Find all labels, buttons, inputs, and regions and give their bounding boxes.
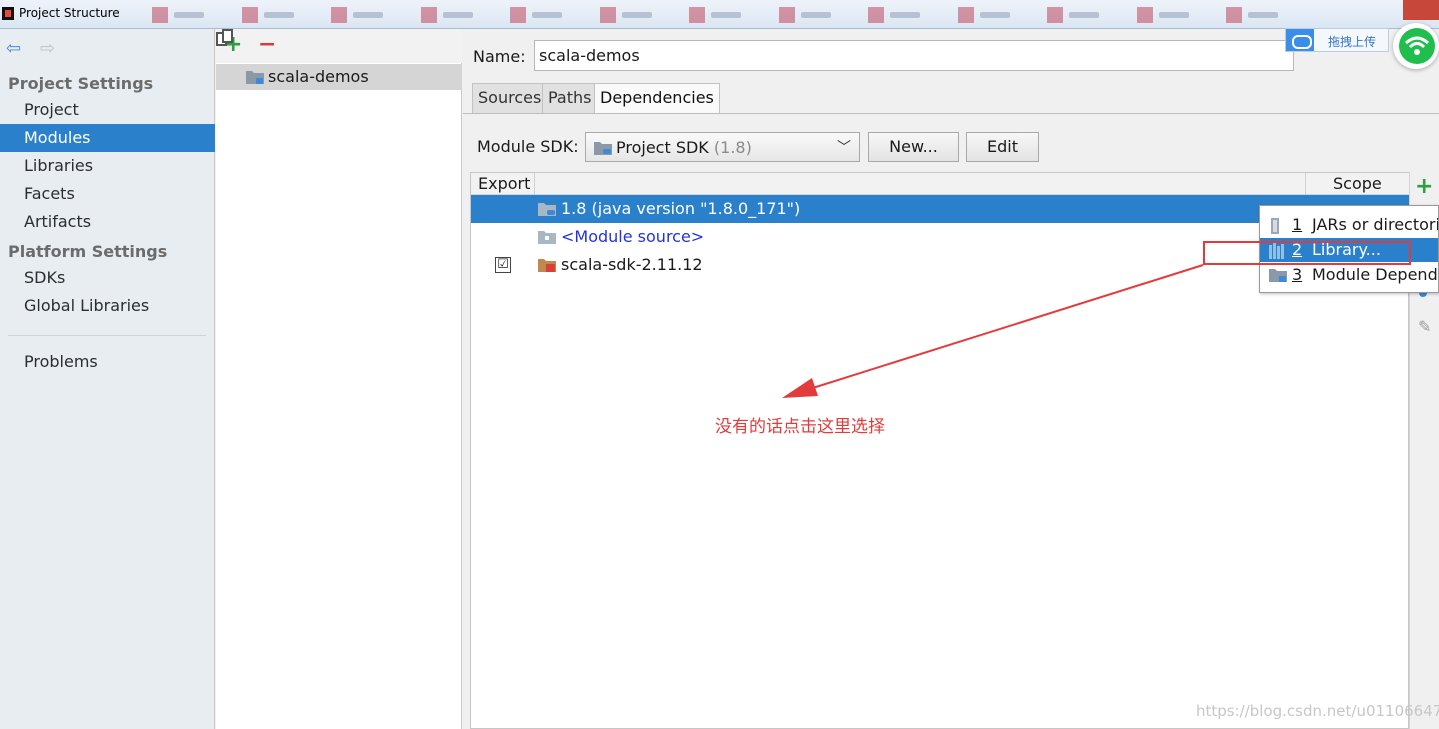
sidebar-item-problems[interactable]: Problems [0,348,215,376]
background-window-tab[interactable] [1136,6,1195,23]
edit-sdk-button[interactable]: Edit [966,132,1039,162]
drag-upload-widget[interactable]: 拖拽上传 [1285,28,1389,52]
new-sdk-button[interactable]: New... [868,132,959,162]
tab-sources[interactable]: Sources [472,83,548,113]
module-folder-icon [246,71,264,84]
module-name-input[interactable]: scala-demos [534,40,1294,71]
module-sdk-label: Module SDK: [477,137,579,156]
window-title: Project Structure [19,6,120,20]
platform-settings-title: Platform Settings [8,242,168,261]
modules-list-panel: + − scala-demos [216,29,462,729]
scala-library-icon [538,259,556,272]
intellij-app-icon [2,7,14,20]
sidebar-divider [8,335,206,336]
background-window-tab[interactable] [241,6,300,23]
module-sdk-dropdown[interactable]: Project SDK (1.8) ﹀ [585,132,860,162]
module-editor: Name: scala-demos Sources Paths Dependen… [463,29,1439,729]
dependency-label: <Module source> [561,227,705,246]
menu-item-module-dependency[interactable]: 3 Module Dependency... [1260,263,1438,287]
background-window-tab[interactable] [510,6,568,23]
background-window-tab[interactable] [599,6,658,23]
wifi-icon[interactable] [1393,23,1439,69]
settings-sidebar: ⇦ ⇨ Project Settings Project Modules Lib… [0,29,215,729]
module-folder-icon [1269,269,1287,282]
dependency-label: 1.8 (java version "1.8.0_171") [561,199,801,218]
tab-paths[interactable]: Paths [542,83,598,113]
background-window-tab[interactable] [331,6,389,23]
sidebar-item-sdks[interactable]: SDKs [0,264,215,292]
jar-icon [1271,218,1279,234]
tab-separator [463,113,1439,114]
forward-arrow-icon[interactable]: ⇨ [40,38,55,59]
plus-icon[interactable]: + [1415,176,1433,198]
background-window-tab[interactable] [778,6,837,23]
upload-label: 拖拽上传 [1328,35,1377,49]
minus-icon[interactable]: − [258,33,276,57]
back-arrow-icon[interactable]: ⇦ [6,38,21,59]
background-window-tab[interactable] [1047,6,1105,23]
chevron-down-icon: ﹀ [837,140,851,156]
background-window-tab[interactable] [957,6,1016,23]
background-window-tab[interactable] [689,6,747,23]
sdk-selected-value: Project SDK (1.8) [616,138,752,157]
dependencies-table-header: Export Scope [471,173,1410,195]
background-window-tab[interactable] [420,6,479,23]
annotation-text: 没有的话点击这里选择 [715,417,885,437]
sidebar-item-libraries[interactable]: Libraries [0,152,215,180]
sidebar-item-artifacts[interactable]: Artifacts [0,208,215,236]
column-header-scope[interactable]: Scope [1333,174,1382,193]
cloud-icon [1286,29,1314,51]
window-title-bar: Project Structure [0,0,1439,29]
export-checkbox[interactable]: ☑ [495,257,511,273]
background-window-tab[interactable] [868,6,926,23]
module-name-label: scala-demos [268,67,369,86]
tab-dependencies[interactable]: Dependencies [594,83,720,113]
module-source-folder-icon [538,231,556,244]
module-tree-item[interactable]: scala-demos [216,64,462,90]
sidebar-item-modules[interactable]: Modules [0,124,215,152]
background-window-tab[interactable] [152,6,210,23]
watermark: https://blog.csdn.net/u011066470 [1196,702,1439,720]
dependency-label: scala-sdk-2.11.12 [561,255,703,274]
jdk-folder-icon [538,203,556,216]
window-close-button[interactable] [1403,0,1439,20]
menu-item-jars[interactable]: 1 JARs or directories... [1260,213,1438,237]
project-settings-title: Project Settings [8,74,154,93]
sidebar-item-facets[interactable]: Facets [0,180,215,208]
pencil-icon[interactable]: ✎ [1418,317,1431,336]
name-label: Name: [473,47,526,66]
background-window-tab[interactable] [1226,6,1284,23]
sidebar-item-project[interactable]: Project [0,96,215,124]
sidebar-item-global-libraries[interactable]: Global Libraries [0,292,215,320]
modules-toolbar: + − [216,29,462,63]
sdk-folder-icon [594,142,612,155]
column-header-export[interactable]: Export [478,174,530,193]
annotation-highlight-box [1203,241,1411,265]
